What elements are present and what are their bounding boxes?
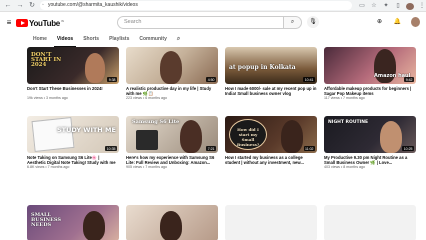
youtube-logo[interactable]: YouTube IN [16,19,64,28]
thumbnail-text: at popup in Kolkata [229,64,296,71]
video-title[interactable]: Don't Start These Businesses in 2024! [27,86,119,96]
video-thumbnail[interactable]: Samsung S6 Lite 7:21 [126,116,218,153]
back-icon[interactable]: ← [4,1,12,11]
video-thumbnail[interactable]: DON'T START IN 2024 9:38 [27,47,119,84]
youtube-header: ≡ YouTube IN Search ⌕ 🎙 ⊕ 🔔 [0,13,426,33]
video-card[interactable]: 4:50 A realistic productive day in my li… [126,47,218,101]
thumbnail-notebook [31,116,75,153]
tab-playlists[interactable]: Playlists [104,34,134,46]
cast-icon[interactable]: ▭ [358,1,366,11]
tab-shorts[interactable]: Shorts [78,34,104,46]
video-card[interactable]: SMALL BUSINESS NEEDS [27,205,119,240]
video-thumbnail[interactable]: STUDY WITH ME 10:35 [27,116,119,153]
thumbnail-text: How did I start my Small Business? [236,127,260,147]
video-thumbnail[interactable]: SMALL BUSINESS NEEDS [27,205,119,240]
thumbnail-text: Samsung S6 Lite [132,119,180,125]
thumbnail-text: DON'T START IN 2024 [31,52,62,68]
video-duration: 7:21 [206,146,216,151]
extensions-icon[interactable]: ✦ [382,1,390,11]
video-title[interactable]: Note Taking on Samsung S6 Lite🌸 | Aesthe… [27,155,119,165]
create-video-icon[interactable]: ⊕ [375,17,384,27]
video-duration: 10:41 [303,77,315,82]
video-duration: 10:35 [105,146,117,151]
video-title[interactable]: How I started my business as a college s… [225,155,317,165]
video-card[interactable]: Samsung S6 Lite 7:21 Here's how my exper… [126,116,218,170]
thumbnail-person [85,53,105,83]
video-duration: 4:50 [206,77,216,82]
thumbnail-person [180,120,202,153]
video-card[interactable] [324,205,416,240]
browser-menu-icon[interactable]: ⋮ [418,1,426,11]
bookmark-star-icon[interactable]: ☆ [370,1,378,11]
video-meta: 117 views • 7 months ago [324,96,365,100]
video-duration: 9:38 [107,77,117,82]
video-thumbnail[interactable] [126,205,218,240]
thumbnail-tablet [136,130,158,150]
sidebar-icon[interactable]: ▯ [394,1,402,11]
channel-tabs: Home Videos Shorts Playlists Community ⌕ [28,34,185,47]
video-meta: 403 views • 8 months ago [324,165,366,169]
video-card[interactable]: at popup in Kolkata 10:41 How I made 600… [225,47,317,96]
search-input[interactable]: Search [117,16,284,29]
video-thumbnail[interactable]: 4:50 [126,47,218,84]
video-card[interactable]: How did I start my Small Business? 11:02… [225,116,317,165]
video-thumbnail-placeholder[interactable] [324,205,416,240]
video-meta: 19k views • 3 months ago [27,96,68,100]
browser-nav: ← → ↻ [0,1,36,11]
thumbnail-person [83,211,105,240]
address-bar[interactable]: ◦ youtube.com/@sharmita_kaushik/videos [40,1,352,10]
notifications-bell-icon[interactable]: 🔔 [393,17,402,27]
thumbnail-person [380,121,402,153]
video-card[interactable]: NIGHT ROUTINE 10:25 My Productive 9.30 p… [324,116,416,170]
voice-search-button[interactable]: 🎙 [307,16,319,28]
video-card[interactable]: STUDY WITH ME 10:35 Note Taking on Samsu… [27,116,119,170]
thumbnail-person [160,211,182,240]
profile-avatar-icon[interactable] [406,2,414,10]
video-meta: 905 views • 7 months ago [126,165,168,169]
video-duration: 9:42 [404,77,414,82]
microphone-icon: 🎙 [309,19,317,25]
browser-extensions: ▭ ☆ ✦ ▯ ⋮ [358,1,426,11]
video-card[interactable]: Amazon haul 9:42 Affordable makeup produ… [324,47,416,101]
search-button[interactable]: ⌕ [284,16,302,29]
header-actions: ⊕ 🔔 [375,17,420,27]
logo-country-code: IN [60,18,64,23]
video-thumbnail[interactable]: How did I start my Small Business? 11:02 [225,116,317,153]
thumbnail-text: STUDY WITH ME [57,126,116,134]
video-meta: 6.8K views • 7 months ago [27,165,70,169]
site-info-icon[interactable]: ◦ [42,1,44,10]
thumbnail-person [281,120,303,153]
video-title[interactable]: Affordable makeup products for beginners… [324,86,416,96]
hamburger-menu-icon[interactable]: ≡ [4,18,14,28]
video-title[interactable]: My Productive 9.30 pm Night Routine as a… [324,155,416,165]
reload-icon[interactable]: ↻ [28,1,36,11]
video-card[interactable] [225,205,317,240]
channel-search-icon[interactable]: ⌕ [172,34,185,46]
thumbnail-text: SMALL BUSINESS NEEDS [31,212,62,228]
thumbnail-text: NIGHT ROUTINE [328,120,369,125]
search-icon: ⌕ [290,19,295,25]
tab-videos[interactable]: Videos [52,34,78,47]
video-thumbnail-placeholder[interactable] [225,205,317,240]
video-thumbnail[interactable]: Amazon haul 9:42 [324,47,416,84]
video-thumbnail[interactable]: NIGHT ROUTINE 10:25 [324,116,416,153]
browser-toolbar: ← → ↻ ◦ youtube.com/@sharmita_kaushik/vi… [0,0,426,12]
tab-home[interactable]: Home [28,34,52,46]
address-text: youtube.com/@sharmita_kaushik/videos [48,2,138,8]
video-title[interactable]: How I made 6000/- sale at my recent pop … [225,86,317,96]
video-thumbnail[interactable]: at popup in Kolkata 10:41 [225,47,317,84]
tab-community[interactable]: Community [134,34,172,46]
video-title[interactable]: Here's how my experience with Samsung S6… [126,155,218,165]
video-meta: 223 views • 6 months ago [126,96,168,100]
forward-icon[interactable]: → [16,1,24,11]
video-duration: 11:02 [303,146,315,151]
logo-text: YouTube [29,18,60,28]
video-duration: 10:25 [402,146,414,151]
account-avatar[interactable] [411,17,420,27]
youtube-play-icon [16,19,28,27]
video-card[interactable]: DON'T START IN 2024 9:38 Don't Start The… [27,47,119,101]
video-card[interactable] [126,205,218,240]
thumbnail-person [160,51,182,84]
video-title[interactable]: A realistic productive day in my life | … [126,86,218,96]
